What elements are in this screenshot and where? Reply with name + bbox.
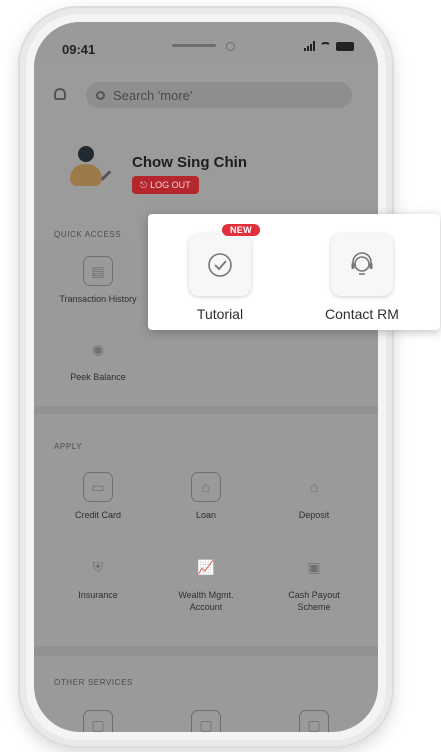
logout-button[interactable]: ⎋ LOG OUT xyxy=(132,176,199,194)
avatar[interactable] xyxy=(70,146,112,194)
quick-peek-balance[interactable]: ◉ Peek Balance xyxy=(58,334,138,383)
logout-icon: ⎋ xyxy=(140,179,148,190)
credit-card-icon: ▭ xyxy=(83,472,113,502)
search-input[interactable] xyxy=(111,86,315,104)
contact-rm-label: Contact RM xyxy=(325,306,399,322)
other-service-tile[interactable]: ▢ xyxy=(58,710,138,732)
tutorial-tile[interactable] xyxy=(189,234,251,296)
service-icon: ▢ xyxy=(191,710,221,732)
tile-label: Cash Payout Scheme xyxy=(288,590,340,612)
tutorial-button[interactable]: Tutorial xyxy=(160,234,280,322)
tile-label: Deposit xyxy=(298,510,330,520)
status-time: 09:41 xyxy=(62,42,96,57)
status-bar: 09:41 xyxy=(34,22,378,62)
tile-label: Credit Card xyxy=(74,510,121,520)
phone-frame: 09:41 Chow Sing Chin xyxy=(20,8,392,746)
new-badge: NEW xyxy=(222,224,260,236)
speaker-grille xyxy=(172,44,216,47)
tile-label: Loan xyxy=(195,510,217,520)
service-icon: ▢ xyxy=(83,710,113,732)
app-screen: 09:41 Chow Sing Chin xyxy=(34,22,378,732)
section-divider xyxy=(34,406,378,414)
logout-label: LOG OUT xyxy=(150,180,191,190)
contact-rm-tile[interactable] xyxy=(331,234,393,296)
bell-icon[interactable] xyxy=(54,88,66,100)
tutorial-check-icon xyxy=(208,253,232,277)
other-service-tile[interactable]: ▢ xyxy=(274,710,354,732)
search-icon xyxy=(96,90,105,100)
tile-label: Transaction History xyxy=(59,294,137,304)
other-services-label: OTHER SERVICES xyxy=(54,678,133,687)
apply-label: APPLY xyxy=(54,442,83,451)
apply-wealth-mgmt[interactable]: 📈 Wealth Mgmt. Account xyxy=(166,552,246,613)
tile-label: Peek Balance xyxy=(70,372,126,382)
tile-label: Wealth Mgmt. Account xyxy=(178,590,234,612)
search-bar[interactable] xyxy=(86,82,352,108)
signal-icon xyxy=(304,41,315,51)
camera-dot xyxy=(226,42,235,51)
peek-balance-icon: ◉ xyxy=(91,340,105,357)
status-icons xyxy=(304,41,354,51)
cash-payout-icon: ▣ xyxy=(307,558,321,575)
edit-pen-icon[interactable] xyxy=(100,170,112,181)
quick-access-label: QUICK ACCESS xyxy=(54,230,122,239)
apply-deposit[interactable]: ⌂ Deposit xyxy=(274,472,354,521)
quick-transaction-history[interactable]: ▤ Transaction History xyxy=(58,256,138,305)
apply-cash-payout[interactable]: ▣ Cash Payout Scheme xyxy=(274,552,354,613)
deposit-icon: ⌂ xyxy=(309,479,319,495)
transaction-history-icon: ▤ xyxy=(83,256,113,286)
headset-icon xyxy=(351,252,373,275)
tutorial-label: Tutorial xyxy=(196,306,244,322)
wifi-icon xyxy=(320,42,331,50)
apply-loan[interactable]: ⌂ Loan xyxy=(166,472,246,521)
loan-icon: ⌂ xyxy=(191,472,221,502)
service-icon: ▢ xyxy=(299,710,329,732)
tile-label: Insurance xyxy=(78,590,118,600)
section-divider xyxy=(34,646,378,656)
quick-tools-popup: Tutorial NEW Contact RM xyxy=(148,214,440,330)
apply-credit-card[interactable]: ▭ Credit Card xyxy=(58,472,138,521)
other-service-tile[interactable]: ▢ xyxy=(166,710,246,732)
contact-rm-button[interactable]: Contact RM xyxy=(302,234,422,322)
battery-icon xyxy=(336,41,354,51)
insurance-icon: ⛨ xyxy=(92,558,104,575)
user-name: Chow Sing Chin xyxy=(132,154,247,171)
wealth-chart-icon: 📈 xyxy=(197,558,215,575)
apply-insurance[interactable]: ⛨ Insurance xyxy=(58,552,138,601)
